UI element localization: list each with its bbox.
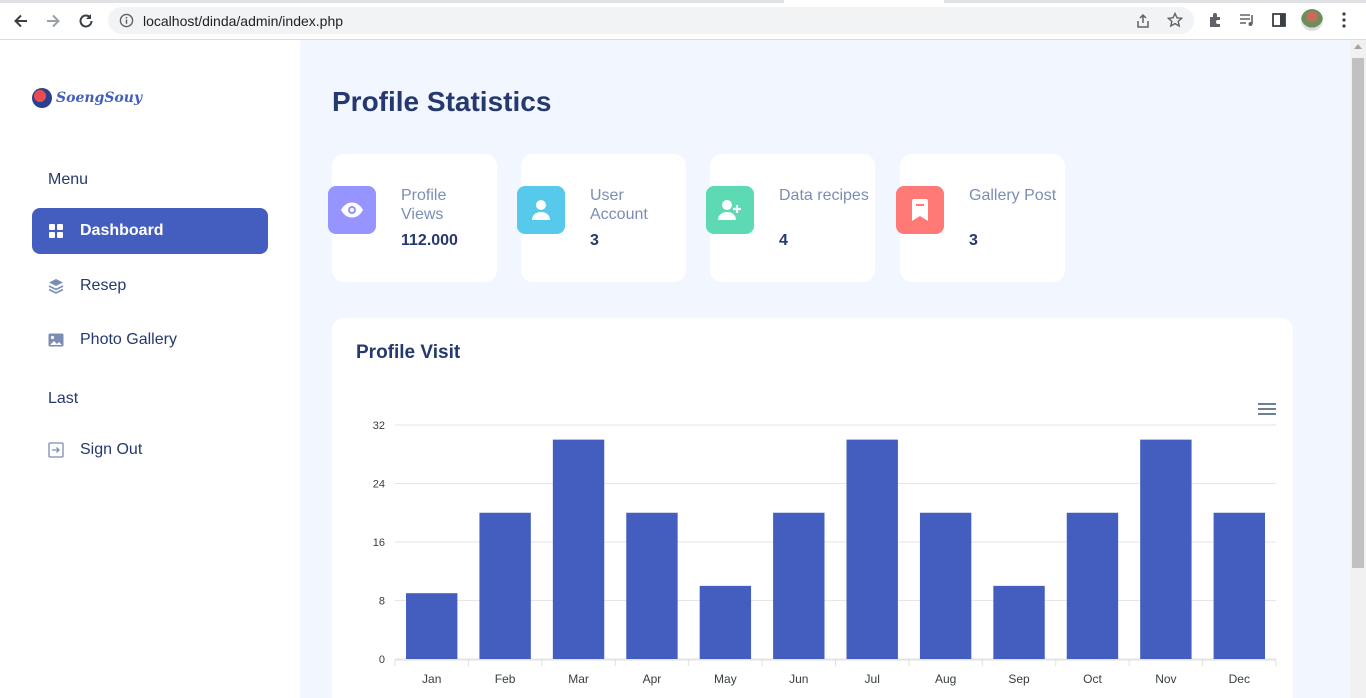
sidebar-item-sign-out[interactable]: Sign Out bbox=[32, 427, 268, 473]
eye-icon bbox=[328, 186, 376, 234]
stat-label: User Account bbox=[590, 187, 648, 223]
chart-bar bbox=[1066, 512, 1119, 659]
chart-bar bbox=[406, 593, 458, 659]
x-tick-label: Nov bbox=[1155, 672, 1176, 686]
share-icon[interactable] bbox=[1135, 13, 1151, 34]
more-menu-icon[interactable] bbox=[1339, 11, 1349, 34]
sidebar-item-dashboard[interactable]: Dashboard bbox=[32, 208, 268, 254]
extensions-icon[interactable] bbox=[1207, 12, 1223, 33]
address-bar[interactable]: localhost/dinda/admin/index.php bbox=[108, 7, 1194, 34]
chart-bar bbox=[626, 512, 678, 659]
x-tick-label: Jun bbox=[789, 672, 808, 686]
profile-avatar[interactable] bbox=[1301, 9, 1323, 31]
chart-bar bbox=[1140, 439, 1192, 659]
chart-card-profile-visit: Profile Visit 0 8 16 24 32 Jan Feb Mar Apr May Jun… bbox=[332, 318, 1293, 698]
x-tick-label: Dec bbox=[1229, 672, 1250, 686]
user-plus-icon bbox=[706, 186, 754, 234]
main-content: Profile Statistics Profile Views 112.000… bbox=[300, 40, 1350, 698]
menu-section-title: Menu bbox=[48, 171, 89, 188]
logo-text: SoengSouy bbox=[56, 90, 143, 106]
sidebar-item-label: Dashboard bbox=[80, 222, 164, 239]
chart-bar bbox=[846, 439, 898, 659]
x-tick-label: May bbox=[714, 672, 737, 686]
media-icon[interactable] bbox=[1239, 12, 1255, 33]
stat-card-profile-views: Profile Views 112.000 bbox=[328, 154, 497, 282]
last-section-title: Last bbox=[48, 390, 79, 407]
scroll-up-icon[interactable] bbox=[1354, 44, 1362, 49]
x-tick-label: Oct bbox=[1083, 672, 1102, 686]
sign-out-icon bbox=[48, 442, 64, 458]
stat-value: 3 bbox=[590, 232, 599, 249]
scroll-thumb[interactable] bbox=[1352, 58, 1364, 568]
forward-icon[interactable] bbox=[42, 10, 64, 32]
y-tick-label: 16 bbox=[373, 537, 385, 549]
star-icon[interactable] bbox=[1166, 11, 1184, 33]
stat-label: Gallery Post bbox=[969, 187, 1057, 204]
reload-icon[interactable] bbox=[75, 10, 97, 32]
y-tick-label: 32 bbox=[373, 420, 385, 432]
chart-bar bbox=[919, 512, 972, 659]
chart-bar bbox=[993, 585, 1045, 659]
chart-bar bbox=[552, 439, 605, 659]
stat-value: 4 bbox=[779, 232, 788, 249]
chart-bar bbox=[773, 512, 825, 659]
tab-strip bbox=[0, 0, 1366, 3]
chart-bar bbox=[479, 512, 531, 659]
x-tick-label: Apr bbox=[643, 672, 662, 686]
stat-value: 3 bbox=[969, 232, 978, 249]
stack-icon bbox=[48, 278, 64, 294]
y-tick-label: 24 bbox=[373, 479, 385, 491]
back-icon[interactable] bbox=[10, 10, 32, 32]
stat-label: Data recipes bbox=[779, 187, 869, 204]
stat-card-gallery-post: Gallery Post 3 bbox=[896, 154, 1065, 282]
sidebar-item-label: Resep bbox=[80, 277, 127, 294]
browser-toolbar: localhost/dinda/admin/index.php bbox=[0, 0, 1366, 40]
x-tick-label: Feb bbox=[495, 672, 516, 686]
bar-chart: 0 8 16 24 32 Jan Feb Mar Apr May Jun Jul Aug Sep Oct No… bbox=[373, 420, 1277, 686]
chart-bar bbox=[1213, 512, 1265, 659]
stat-value: 112.000 bbox=[401, 232, 458, 249]
stat-card-data-recipes: Data recipes 4 bbox=[706, 154, 875, 282]
x-tick-label: Aug bbox=[935, 672, 956, 686]
user-icon bbox=[517, 186, 565, 234]
page-title: Profile Statistics bbox=[332, 86, 552, 117]
sidebar-item-photo-gallery[interactable]: Photo Gallery bbox=[32, 317, 268, 363]
sidebar-item-label: Sign Out bbox=[80, 441, 143, 458]
x-tick-label: Mar bbox=[568, 672, 589, 686]
logo-avatar bbox=[32, 88, 52, 108]
x-tick-label: Sep bbox=[1008, 672, 1030, 686]
info-icon[interactable] bbox=[119, 13, 134, 33]
sidebar-item-resep[interactable]: Resep bbox=[32, 263, 268, 309]
y-tick-label: 8 bbox=[379, 596, 385, 608]
chart-bar bbox=[699, 585, 752, 659]
stat-label: Profile Views bbox=[401, 187, 447, 223]
side-panel-icon[interactable] bbox=[1271, 12, 1287, 33]
x-tick-label: Jan bbox=[422, 672, 441, 686]
stat-card-user-account: User Account 3 bbox=[517, 154, 686, 282]
url-text: localhost/dinda/admin/index.php bbox=[143, 13, 344, 29]
bookmark-icon bbox=[896, 186, 944, 234]
y-tick-label: 0 bbox=[379, 654, 385, 666]
sidebar-item-label: Photo Gallery bbox=[80, 331, 177, 348]
logo[interactable]: SoengSouy bbox=[32, 88, 142, 108]
sidebar: SoengSouy Menu Dashboard Resep Photo Gal… bbox=[0, 40, 300, 698]
image-icon bbox=[48, 332, 64, 348]
x-tick-label: Jul bbox=[865, 672, 880, 686]
grid-icon bbox=[48, 223, 64, 239]
page-scrollbar[interactable] bbox=[1350, 40, 1366, 698]
